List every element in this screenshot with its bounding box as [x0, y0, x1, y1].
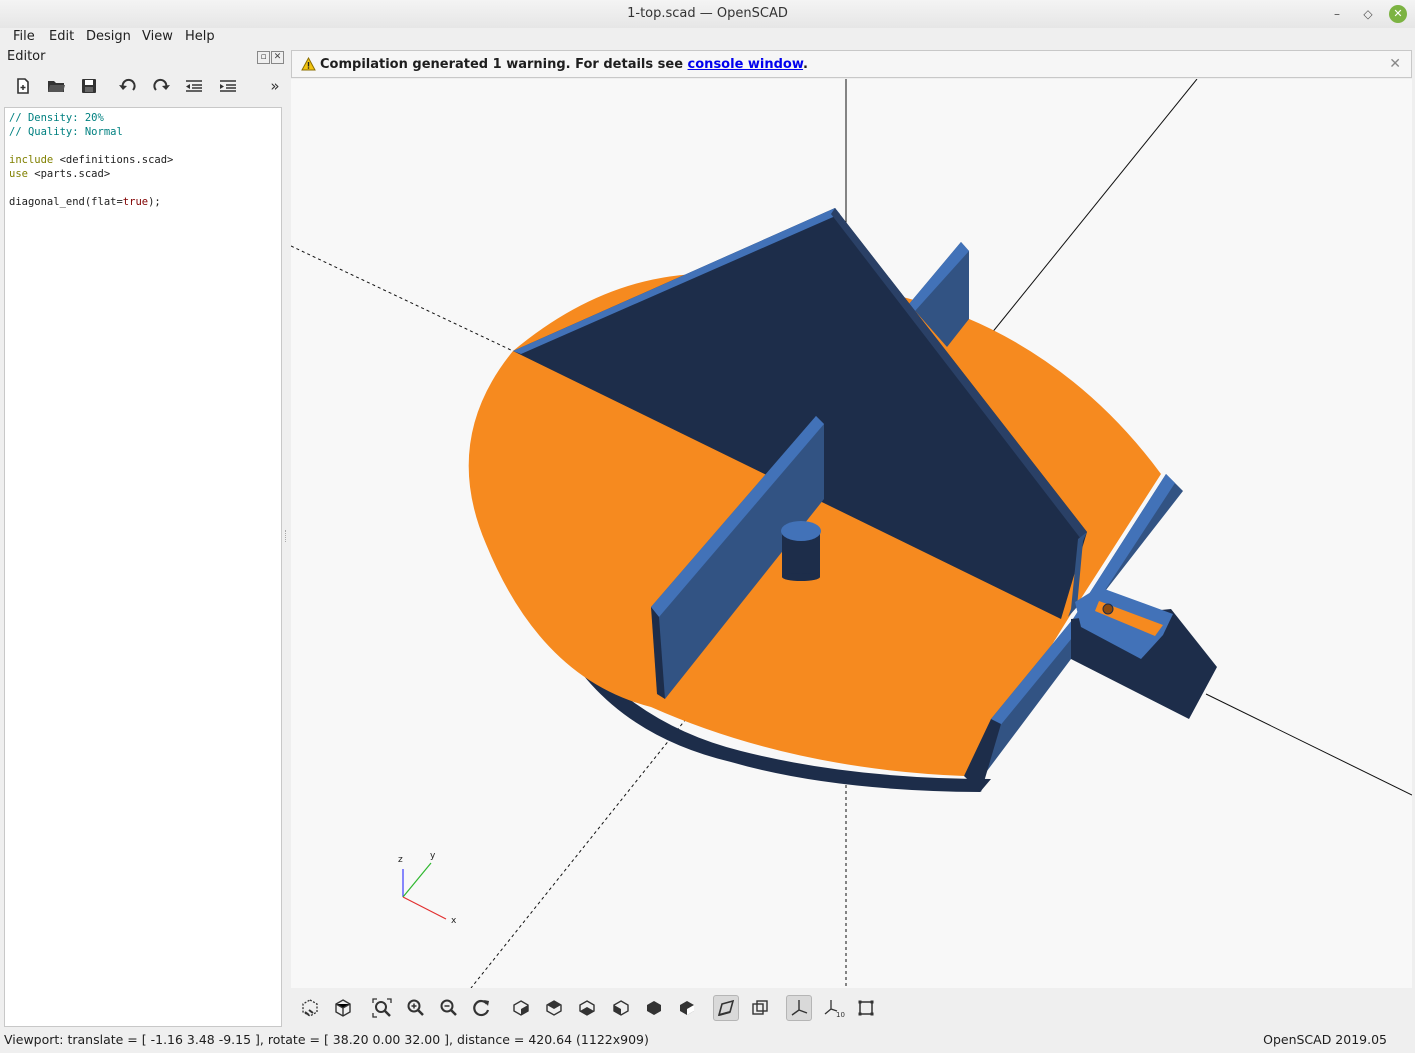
- gizmo-y-label: y: [430, 851, 436, 861]
- code-text: <parts.scad>: [27, 168, 111, 180]
- code-text: );: [148, 196, 161, 208]
- neg-x-axis-line: [291, 245, 514, 352]
- view-top-icon[interactable]: [541, 995, 567, 1021]
- menu-design[interactable]: Design: [86, 29, 131, 44]
- menu-file[interactable]: File: [13, 29, 35, 44]
- code-value: true: [122, 196, 149, 208]
- window-title: 1-top.scad — OpenSCAD: [627, 6, 788, 21]
- indent-icon[interactable]: [216, 74, 240, 98]
- view-left-icon[interactable]: [608, 995, 634, 1021]
- code-line: // Quality: Normal: [9, 126, 123, 138]
- warning-message: Compilation generated 1 warning. For det…: [320, 57, 808, 72]
- show-scale-markers-icon[interactable]: 10: [821, 995, 847, 1021]
- view-bottom-icon[interactable]: [574, 995, 600, 1021]
- code-keyword: include: [9, 154, 54, 166]
- open-file-icon[interactable]: [44, 74, 68, 98]
- undo-icon[interactable]: [116, 74, 140, 98]
- code-line: // Density: 20%: [9, 112, 104, 124]
- code-editor[interactable]: // Density: 20% // Quality: Normal inclu…: [4, 107, 282, 1027]
- 3d-viewport[interactable]: z y x: [291, 79, 1412, 988]
- dock-float-button[interactable]: ▫: [257, 51, 270, 64]
- perspective-icon[interactable]: [713, 995, 739, 1021]
- warning-icon: [301, 56, 316, 75]
- show-edges-icon[interactable]: [853, 995, 879, 1021]
- render-icon[interactable]: [330, 995, 356, 1021]
- warning-bar: Compilation generated 1 warning. For det…: [291, 50, 1412, 78]
- menu-bar: File Edit Design View Help: [0, 28, 1415, 48]
- view-front-icon[interactable]: [641, 995, 667, 1021]
- maximize-button[interactable]: ◇: [1358, 4, 1378, 24]
- unindent-icon[interactable]: [182, 74, 206, 98]
- view-back-icon[interactable]: [674, 995, 700, 1021]
- window-titlebar: 1-top.scad — OpenSCAD – ◇ ✕: [0, 0, 1415, 29]
- view-toolbar: 10: [291, 989, 1412, 1027]
- orthogonal-icon[interactable]: [747, 995, 773, 1021]
- gizmo-x-line: [402, 896, 447, 920]
- warning-text: Compilation generated 1 warning. For det…: [320, 57, 688, 72]
- close-button[interactable]: ✕: [1389, 5, 1407, 23]
- zoom-in-icon[interactable]: [403, 995, 429, 1021]
- preview-icon[interactable]: [297, 995, 323, 1021]
- console-window-link[interactable]: console window: [688, 57, 804, 72]
- status-bar: Viewport: translate = [ -1.16 3.48 -9.15…: [0, 1029, 1415, 1053]
- code-text: <definitions.scad>: [53, 154, 174, 166]
- splitter-handle[interactable]: [285, 530, 289, 542]
- zoom-out-icon[interactable]: [436, 995, 462, 1021]
- peg-top: [781, 521, 821, 541]
- version-label: OpenSCAD 2019.05: [1263, 1032, 1387, 1047]
- dock-close-button[interactable]: ✕: [271, 51, 284, 64]
- gizmo-y-line: [402, 862, 432, 898]
- redo-icon[interactable]: [149, 74, 173, 98]
- code-text: diagonal_end(flat=: [9, 196, 123, 208]
- warning-tail: .: [803, 57, 808, 72]
- menu-help[interactable]: Help: [185, 29, 215, 44]
- more-tools-icon[interactable]: »: [263, 74, 287, 98]
- y-axis-line: [990, 79, 1198, 335]
- code-keyword: use: [9, 168, 28, 180]
- new-file-icon[interactable]: [11, 74, 35, 98]
- x-axis-line: [1205, 693, 1412, 796]
- viewport-status: Viewport: translate = [ -1.16 3.48 -9.15…: [4, 1032, 649, 1047]
- model-render: [291, 79, 1412, 988]
- editor-title: Editor: [7, 49, 46, 64]
- view-all-icon[interactable]: [369, 995, 395, 1021]
- gizmo-z-label: z: [398, 855, 403, 865]
- menu-view[interactable]: View: [142, 29, 173, 44]
- save-file-icon[interactable]: [77, 74, 101, 98]
- minimize-button[interactable]: –: [1327, 4, 1347, 24]
- reset-view-icon[interactable]: [469, 995, 495, 1021]
- menu-edit[interactable]: Edit: [49, 29, 74, 44]
- svg-text:10: 10: [836, 1011, 845, 1018]
- view-right-icon[interactable]: [508, 995, 534, 1021]
- neg-y-axis-line: [470, 718, 687, 988]
- gizmo-x-label: x: [451, 916, 457, 926]
- warning-close-icon[interactable]: ✕: [1389, 56, 1401, 72]
- peg-bottom: [782, 573, 820, 581]
- show-axes-icon[interactable]: [786, 995, 812, 1021]
- handle-hole: [1102, 603, 1114, 615]
